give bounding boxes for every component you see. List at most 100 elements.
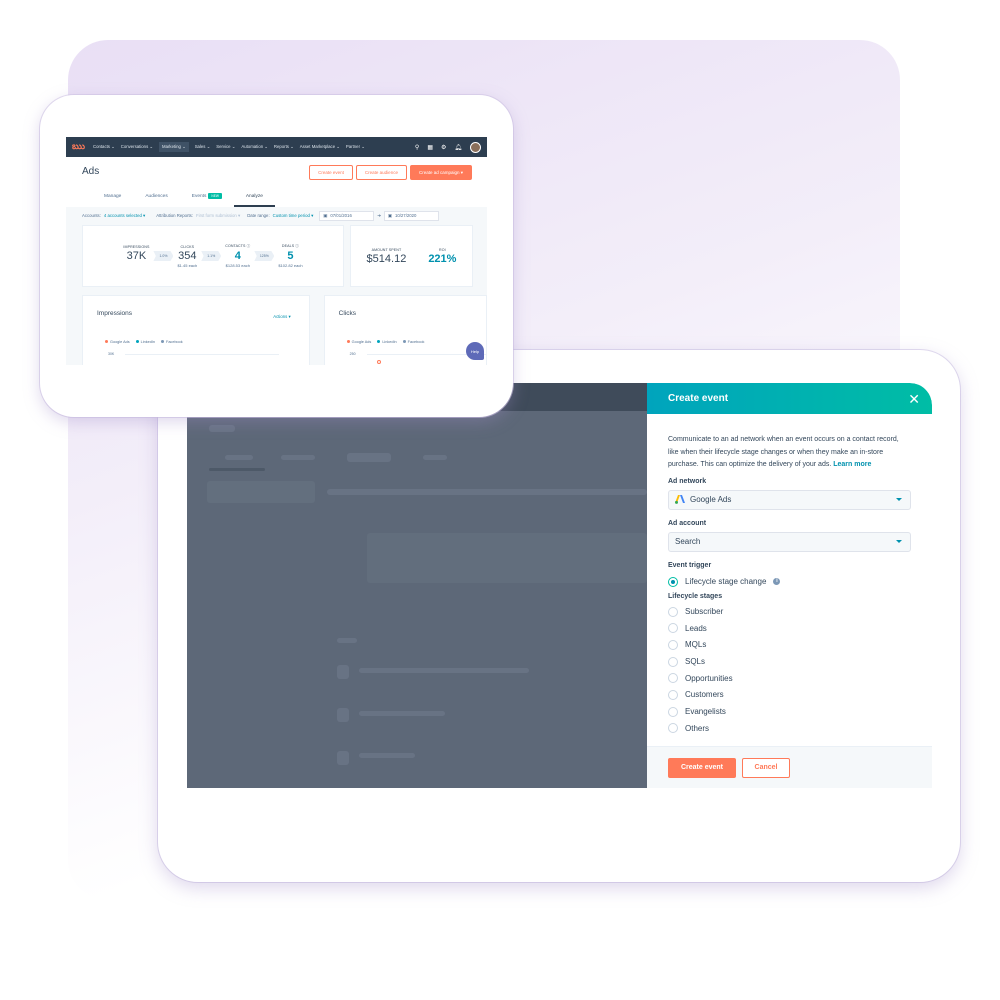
lifecycle-stage-option[interactable]: MQLs	[668, 637, 911, 654]
lifecycle-stage-label: SQLs	[685, 657, 706, 667]
data-point-marker	[376, 360, 381, 364]
roi-card: AMOUNT SPENT $514.12 ROI 221%	[350, 225, 473, 287]
dimmed-tab	[281, 455, 315, 460]
close-icon[interactable]: ✕	[908, 392, 920, 406]
accounts-dropdown[interactable]: 4 accounts selected ▾	[104, 213, 145, 219]
create-ad-campaign-button[interactable]: Create ad campaign ▾	[409, 165, 472, 180]
radio-unchecked[interactable]	[668, 673, 678, 684]
create-audience-button[interactable]: Create audience	[355, 165, 407, 180]
dimmed-background-overlay[interactable]	[187, 383, 647, 788]
radio-unchecked[interactable]	[668, 639, 678, 650]
end-date-input[interactable]: ▣ 10/27/2020	[383, 210, 439, 221]
attribution-dropdown[interactable]: First form submission ▾	[196, 213, 240, 219]
dimmed-row-icon	[337, 708, 349, 722]
contacts-metric: CONTACTS ⓘ 4 $128.53 each	[225, 244, 251, 268]
nav-item-asset-marketplace[interactable]: Asset Marketplace ⌄	[300, 144, 340, 150]
dimmed-tab-underline	[209, 468, 265, 471]
funnel-card: IMPRESSIONS 37K 1.0% CLICKS 354 $1.45 ea…	[82, 225, 344, 287]
nav-item-sales[interactable]: Sales ⌄	[195, 144, 211, 150]
ad-account-label: Ad account	[668, 519, 707, 527]
learn-more-link[interactable]: Learn more	[833, 461, 871, 468]
panel-title: Create event	[668, 393, 729, 404]
charts-row: Impressions Actions ▾ Google Ads LinkedI…	[66, 295, 487, 365]
radio-unchecked[interactable]	[668, 689, 678, 700]
info-icon[interactable]: i	[773, 578, 781, 586]
lifecycle-stage-option[interactable]: Subscriber	[668, 603, 911, 620]
dimmed-tab	[225, 455, 253, 460]
lifecycle-stages-label: Lifecycle stages	[668, 593, 723, 601]
event-trigger-option[interactable]: Lifecycle stage change i	[668, 574, 911, 591]
lifecycle-stage-label: Opportunities	[685, 673, 733, 683]
legend-linkedin: LinkedIn	[377, 340, 397, 344]
chart-legend: Google Ads LinkedIn Facebook	[346, 340, 424, 344]
page-title: Ads	[82, 166, 100, 177]
radio-unchecked[interactable]	[668, 606, 678, 617]
nav-item-conversations[interactable]: Conversations ⌄	[121, 144, 153, 150]
dimmed-row-text	[359, 711, 445, 716]
create-event-submit-button[interactable]: Create event	[668, 757, 736, 778]
radio-unchecked[interactable]	[668, 623, 678, 634]
legend-google-ads: Google Ads	[346, 340, 371, 344]
date-range-dropdown[interactable]: Custom time period ▾	[273, 213, 314, 219]
panel-body: Communicate to an ad network when an eve…	[647, 414, 932, 737]
start-date-input[interactable]: ▣ 07/01/2016	[319, 210, 375, 221]
lifecycle-stages-list: Subscriber Leads MQLs SQLs Opportunities…	[668, 603, 911, 737]
chart-title: Clicks	[338, 310, 357, 317]
dimmed-tab	[423, 455, 447, 460]
create-event-panel: Create event ✕ Communicate to an ad netw…	[647, 383, 932, 788]
avatar[interactable]	[470, 141, 481, 153]
lifecycle-stage-option[interactable]: Opportunities	[668, 670, 911, 687]
calendar-icon: ▣	[387, 212, 392, 218]
lifecycle-stage-option[interactable]: Customers	[668, 687, 911, 704]
roi-metric: ROI 221%	[428, 247, 457, 265]
radio-checked[interactable]	[668, 576, 678, 587]
y-axis-tick: 250	[349, 352, 356, 356]
lifecycle-stage-option[interactable]: Evangelists	[668, 703, 911, 720]
nav-item-reports[interactable]: Reports ⌄	[274, 144, 294, 150]
ad-network-select[interactable]: Google Ads	[668, 489, 911, 510]
lifecycle-stage-option[interactable]: SQLs	[668, 653, 911, 670]
impressions-chart-card: Impressions Actions ▾ Google Ads LinkedI…	[82, 295, 310, 365]
metrics-row: IMPRESSIONS 37K 1.0% CLICKS 354 $1.45 ea…	[66, 225, 487, 287]
tab-manage[interactable]: Manage	[92, 194, 133, 207]
gridline	[125, 354, 279, 355]
calendar-icon: ▣	[323, 212, 328, 218]
nav-item-marketing[interactable]: Marketing ⌄	[159, 142, 189, 152]
marketplace-icon[interactable]: ▦	[427, 144, 433, 151]
lifecycle-stage-option[interactable]: Others	[668, 720, 911, 737]
radio-unchecked[interactable]	[668, 656, 678, 667]
ad-network-label: Ad network	[668, 477, 707, 485]
hubspot-logo-icon[interactable]: ఋ	[72, 141, 85, 154]
radio-unchecked[interactable]	[668, 723, 678, 734]
dimmed-metrics	[367, 533, 647, 583]
nav-item-partner[interactable]: Partner ⌄	[346, 144, 365, 150]
nav-item-service[interactable]: Service ⌄	[216, 144, 235, 150]
nav-item-contacts[interactable]: Contacts ⌄	[93, 144, 115, 150]
cancel-button[interactable]: Cancel	[742, 757, 790, 778]
new-badge: NEW	[208, 193, 222, 199]
radio-unchecked[interactable]	[668, 706, 678, 717]
ad-account-select[interactable]: Search	[668, 531, 911, 552]
nav-item-automation[interactable]: Automation ⌄	[241, 144, 268, 150]
bell-icon[interactable]: 🔔︎	[454, 144, 462, 151]
date-range-label: Date range:	[247, 213, 270, 218]
tab-events[interactable]: Events NEW	[180, 193, 234, 207]
create-event-button[interactable]: Create event	[309, 165, 353, 180]
search-icon[interactable]: ⚲	[415, 144, 419, 151]
dimmed-row-icon	[337, 665, 349, 679]
tab-audiences[interactable]: Audiences	[133, 194, 179, 207]
conversion-rate-chip: 125%	[254, 251, 275, 261]
y-axis-tick: 30K	[108, 352, 115, 356]
arrow-icon: ➜	[377, 212, 381, 218]
panel-footer: Create event Cancel	[647, 746, 932, 788]
filter-bar: Accounts: 4 accounts selected ▾ Attribut…	[66, 207, 487, 224]
impressions-metric: IMPRESSIONS 37K	[123, 244, 150, 262]
header-actions: Create event Create audience Create ad c…	[309, 165, 472, 180]
event-trigger-option-label: Lifecycle stage change	[685, 577, 767, 587]
caret-down-icon	[896, 498, 902, 501]
lifecycle-stage-option[interactable]: Leads	[668, 620, 911, 637]
help-button[interactable]: Help	[466, 342, 484, 360]
gear-icon[interactable]: ⚙	[441, 144, 446, 151]
actions-dropdown[interactable]: Actions ▾	[273, 314, 290, 320]
tab-analyze[interactable]: Analyze	[233, 194, 275, 207]
